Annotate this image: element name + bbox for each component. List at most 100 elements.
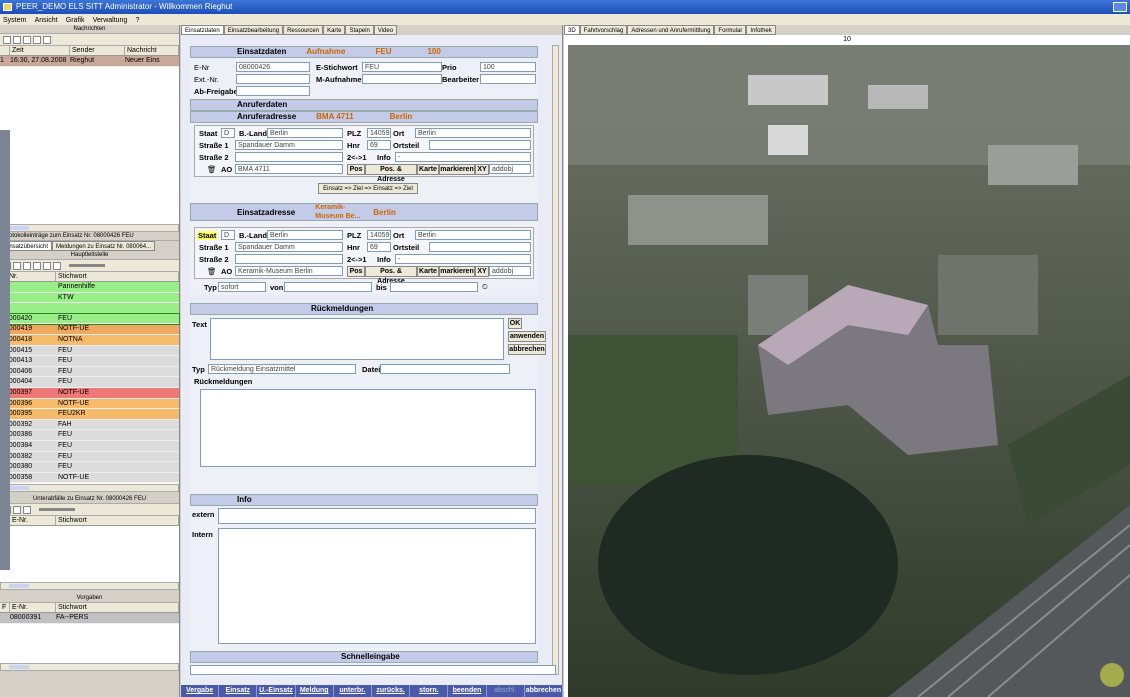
messages-hscroll[interactable]: [0, 224, 179, 232]
tab-karte[interactable]: Karte: [323, 25, 346, 35]
bis-datetime[interactable]: [390, 282, 478, 292]
print-icon[interactable]: [23, 35, 31, 44]
karte-button[interactable]: Karte: [417, 164, 439, 175]
refresh-icon[interactable]: [13, 261, 21, 270]
incident-row[interactable]: 08000420 FEU: [0, 312, 180, 326]
incident-row[interactable]: 08000419 NOTF-UE: [0, 324, 179, 335]
incident-row[interactable]: 08000395 FEU2KR: [0, 409, 179, 420]
tab-formular[interactable]: Formular: [714, 25, 747, 35]
incident-row[interactable]: 08000358 NOTF-UE: [0, 472, 179, 484]
vorgaben-row[interactable]: 08000391 FA--PERS: [0, 613, 179, 624]
message-row[interactable]: 1 16:30, 27.08.2008 Rieghut Neuer Eins: [0, 56, 179, 67]
menu-ansicht[interactable]: Ansicht: [35, 17, 58, 24]
stichwort-field[interactable]: FEU: [362, 62, 442, 72]
3d-map-view[interactable]: [568, 45, 1130, 697]
tab-video[interactable]: Video: [373, 25, 398, 35]
tab-meldungen[interactable]: Meldungen zu Einsatz Nr. 080064...: [52, 241, 156, 251]
search-icon[interactable]: [23, 505, 31, 514]
incident-row[interactable]: 08000406 FEU: [0, 366, 179, 378]
maufnahme-field[interactable]: [362, 74, 442, 84]
delete-icon[interactable]: 🗑: [207, 165, 217, 174]
beenden-button[interactable]: beenden: [448, 685, 487, 697]
tab-adressen[interactable]: Adressen und Anrufermittlung: [627, 25, 715, 35]
info-field[interactable]: -: [395, 152, 531, 162]
clock-icon[interactable]: ⏲: [482, 282, 488, 292]
sub-hscroll[interactable]: [0, 582, 179, 590]
rueckmeldung-text[interactable]: [210, 318, 504, 360]
e-pos-button[interactable]: Pos: [347, 266, 365, 277]
copy-address-button[interactable]: Einsatz => Ziel => Einsatz => Ziel: [318, 183, 418, 194]
staat-field[interactable]: D: [221, 128, 235, 138]
ao-field[interactable]: BMA 4711: [235, 164, 343, 174]
einsatz-button[interactable]: Einsatz: [219, 685, 258, 697]
tab-fahrtvorschlag[interactable]: Fahrtvorschlag: [579, 25, 628, 35]
e-land-field[interactable]: Berlin: [267, 230, 343, 240]
menu-verwaltung[interactable]: Verwaltung: [93, 17, 128, 24]
compass-icon[interactable]: [1100, 663, 1124, 687]
pos-button[interactable]: Pos: [347, 164, 365, 175]
e-ort-field[interactable]: Berlin: [415, 230, 531, 240]
ortsteil-field[interactable]: [429, 140, 531, 150]
incident-row[interactable]: KTW: [0, 292, 179, 304]
e-staat-field[interactable]: D: [221, 230, 235, 240]
e-ao-field[interactable]: Keramik-Museum Berlin: [235, 266, 343, 276]
e-plz-field[interactable]: 14059: [367, 230, 391, 240]
incident-row[interactable]: 08000380 FEU: [0, 462, 179, 473]
e-ortsteil-field[interactable]: [429, 242, 531, 252]
extnr-field[interactable]: [236, 74, 310, 84]
enr-field[interactable]: 08000426: [236, 62, 310, 72]
tab-ressourcen[interactable]: Ressourcen: [283, 25, 324, 35]
e-markieren-button[interactable]: markieren: [439, 266, 475, 277]
e-karte-button[interactable]: Karte: [417, 266, 439, 277]
incidents-hscroll[interactable]: [0, 484, 179, 492]
tab-einsatzdaten[interactable]: Einsatzdaten: [181, 25, 224, 35]
meldung-button[interactable]: Meldung: [296, 685, 334, 697]
abbrechen-button[interactable]: abbrechen: [508, 344, 546, 355]
e-strasse1-field[interactable]: Spandauer Damm: [235, 242, 343, 252]
incident-row[interactable]: Pannenhilfe: [0, 282, 179, 293]
zuruecks-button[interactable]: zurücks.: [372, 685, 411, 697]
menu-system[interactable]: System: [3, 17, 26, 24]
search-icon[interactable]: [33, 261, 41, 270]
incident-row[interactable]: 08000413 FEU: [0, 356, 179, 367]
incident-row[interactable]: 08000397 NOTF-UE: [0, 387, 179, 399]
reply-icon[interactable]: [43, 35, 51, 44]
vergabe-button[interactable]: Vergabe: [181, 685, 220, 697]
tab-stapeln[interactable]: Stapeln: [345, 25, 374, 35]
xy-field[interactable]: addobj: [489, 164, 531, 174]
refresh-icon[interactable]: [13, 505, 21, 514]
e-swap-button[interactable]: 2<->1: [347, 255, 367, 264]
e-xy-field[interactable]: addobj: [489, 266, 531, 276]
menu-help[interactable]: ?: [136, 17, 140, 24]
delete-icon[interactable]: 🗑: [207, 267, 217, 276]
rueck-typ-select[interactable]: Rückmeldung Einsatzmittel: [208, 364, 356, 374]
folder-icon[interactable]: [53, 261, 61, 270]
e-hnr-field[interactable]: 69: [367, 242, 391, 252]
anwenden-button[interactable]: anwenden: [508, 331, 546, 342]
incident-row[interactable]: 08000396 NOTF-UE: [0, 398, 179, 410]
print-icon[interactable]: [23, 261, 31, 270]
tab-infothek[interactable]: Infothek: [746, 25, 776, 35]
schnelleingabe-input[interactable]: [190, 665, 556, 675]
land-field[interactable]: Berlin: [267, 128, 343, 138]
incident-row[interactable]: [0, 303, 179, 314]
col-stichwort[interactable]: Stichwort: [56, 272, 179, 281]
incident-row[interactable]: 08000386 FEU: [0, 430, 179, 441]
delete-icon[interactable]: [13, 35, 21, 44]
incident-row[interactable]: 08000382 FEU: [0, 451, 179, 463]
swap-button[interactable]: 2<->1: [347, 153, 367, 162]
incident-row[interactable]: 08000404 FEU: [0, 377, 179, 388]
xy-button[interactable]: XY: [475, 164, 489, 175]
strasse2-field[interactable]: [235, 152, 343, 162]
typ-select[interactable]: sofort: [218, 282, 266, 292]
col-nachricht[interactable]: Nachricht: [125, 46, 179, 55]
export-icon[interactable]: [43, 261, 51, 270]
incident-row[interactable]: 08000415 FEU: [0, 345, 179, 357]
window-control-button[interactable]: [1113, 2, 1127, 12]
info-extern-field[interactable]: [218, 508, 536, 524]
abbrechen-action-button[interactable]: abbrechen: [525, 685, 564, 697]
col-sender[interactable]: Sender: [70, 46, 125, 55]
abschl-button[interactable]: abschl.: [487, 685, 525, 697]
vorgaben-hscroll[interactable]: [0, 663, 179, 671]
zoom-slider[interactable]: [39, 508, 75, 511]
